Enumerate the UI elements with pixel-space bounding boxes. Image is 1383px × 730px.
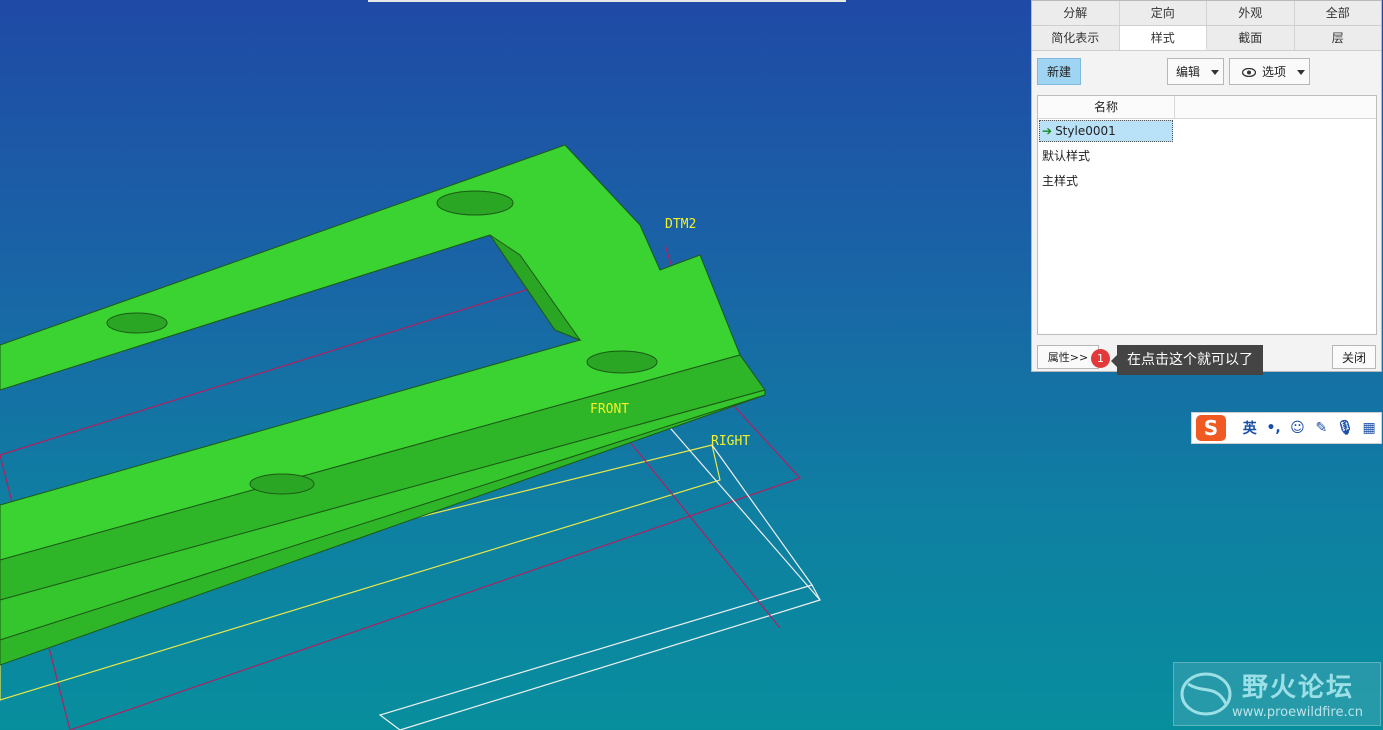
view-manager-panel: 分解 定向 外观 全部 简化表示 样式 截面 层 新建 编辑 选项 名称 ➔ St… (1031, 0, 1382, 372)
datum-label-right: RIGHT (711, 434, 750, 449)
active-arrow-icon: ➔ (1042, 124, 1053, 138)
watermark-logo-icon (1180, 672, 1232, 716)
step-badge: 1 (1091, 349, 1110, 368)
tab-section[interactable]: 截面 (1207, 26, 1295, 50)
tab-simplified-rep[interactable]: 简化表示 (1032, 26, 1120, 50)
style-list: 名称 ➔ Style0001 默认样式 主样式 (1037, 95, 1377, 335)
ime-punct-toggle[interactable]: •, (1262, 420, 1286, 436)
tab-appearance[interactable]: 外观 (1207, 1, 1295, 25)
hole-1 (436, 190, 514, 216)
tab-all[interactable]: 全部 (1294, 1, 1381, 25)
emoji-icon[interactable]: ☺ (1286, 420, 1310, 436)
chevron-down-icon (1297, 70, 1305, 75)
tab-row-2: 简化表示 样式 截面 层 (1032, 26, 1381, 51)
list-item-label: 默认样式 (1042, 149, 1091, 163)
pen-icon[interactable]: ✎ (1309, 420, 1333, 436)
microphone-icon[interactable]: 🎙 (1333, 420, 1357, 436)
column-header-name[interactable]: 名称 (1038, 96, 1175, 118)
tab-orient[interactable]: 定向 (1119, 1, 1207, 25)
ime-lang-toggle[interactable]: 英 (1238, 418, 1262, 438)
list-item[interactable]: 默认样式 (1038, 144, 1376, 169)
list-item-label: Style0001 (1055, 124, 1116, 138)
list-item-label: 主样式 (1042, 174, 1079, 188)
annotation-tooltip: 在点击这个就可以了 (1111, 345, 1263, 375)
options-dropdown[interactable]: 选项 (1229, 58, 1310, 85)
style-toolbar: 新建 编辑 选项 (1032, 57, 1381, 89)
close-button[interactable]: 关闭 (1332, 345, 1376, 369)
edit-label: 编辑 (1176, 65, 1201, 79)
properties-button[interactable]: 属性>> (1037, 345, 1099, 369)
hole-4 (249, 473, 315, 495)
edit-dropdown[interactable]: 编辑 (1167, 58, 1224, 85)
watermark: 野火论坛 www.proewildfire.cn (1173, 662, 1381, 726)
eye-icon (1242, 68, 1256, 77)
new-button[interactable]: 新建 (1037, 58, 1081, 85)
chevron-down-icon (1211, 70, 1219, 75)
list-header: 名称 (1038, 96, 1376, 119)
sogou-logo-icon[interactable]: S (1196, 415, 1226, 441)
watermark-title: 野火论坛 (1242, 673, 1355, 703)
datum-label-front: FRONT (590, 402, 629, 417)
hole-2 (106, 312, 168, 334)
tab-style[interactable]: 样式 (1119, 26, 1207, 50)
options-label: 选项 (1262, 65, 1287, 79)
tab-explode[interactable]: 分解 (1032, 1, 1120, 25)
list-item[interactable]: 主样式 (1038, 169, 1376, 194)
tab-layer[interactable]: 层 (1294, 26, 1381, 50)
datum-label-dtm2: DTM2 (665, 217, 696, 232)
watermark-url: www.proewildfire.cn (1232, 705, 1363, 720)
list-item[interactable]: ➔ Style0001 (1038, 119, 1376, 144)
datum-plane-white (378, 584, 821, 730)
ime-toolbar: S 英 •, ☺ ✎ 🎙 ▦ (1191, 412, 1382, 444)
datum-edge-white-2 (711, 444, 813, 586)
hole-3 (586, 350, 658, 374)
tab-row-1: 分解 定向 外观 全部 (1032, 1, 1381, 26)
grid-menu-icon[interactable]: ▦ (1357, 420, 1381, 436)
